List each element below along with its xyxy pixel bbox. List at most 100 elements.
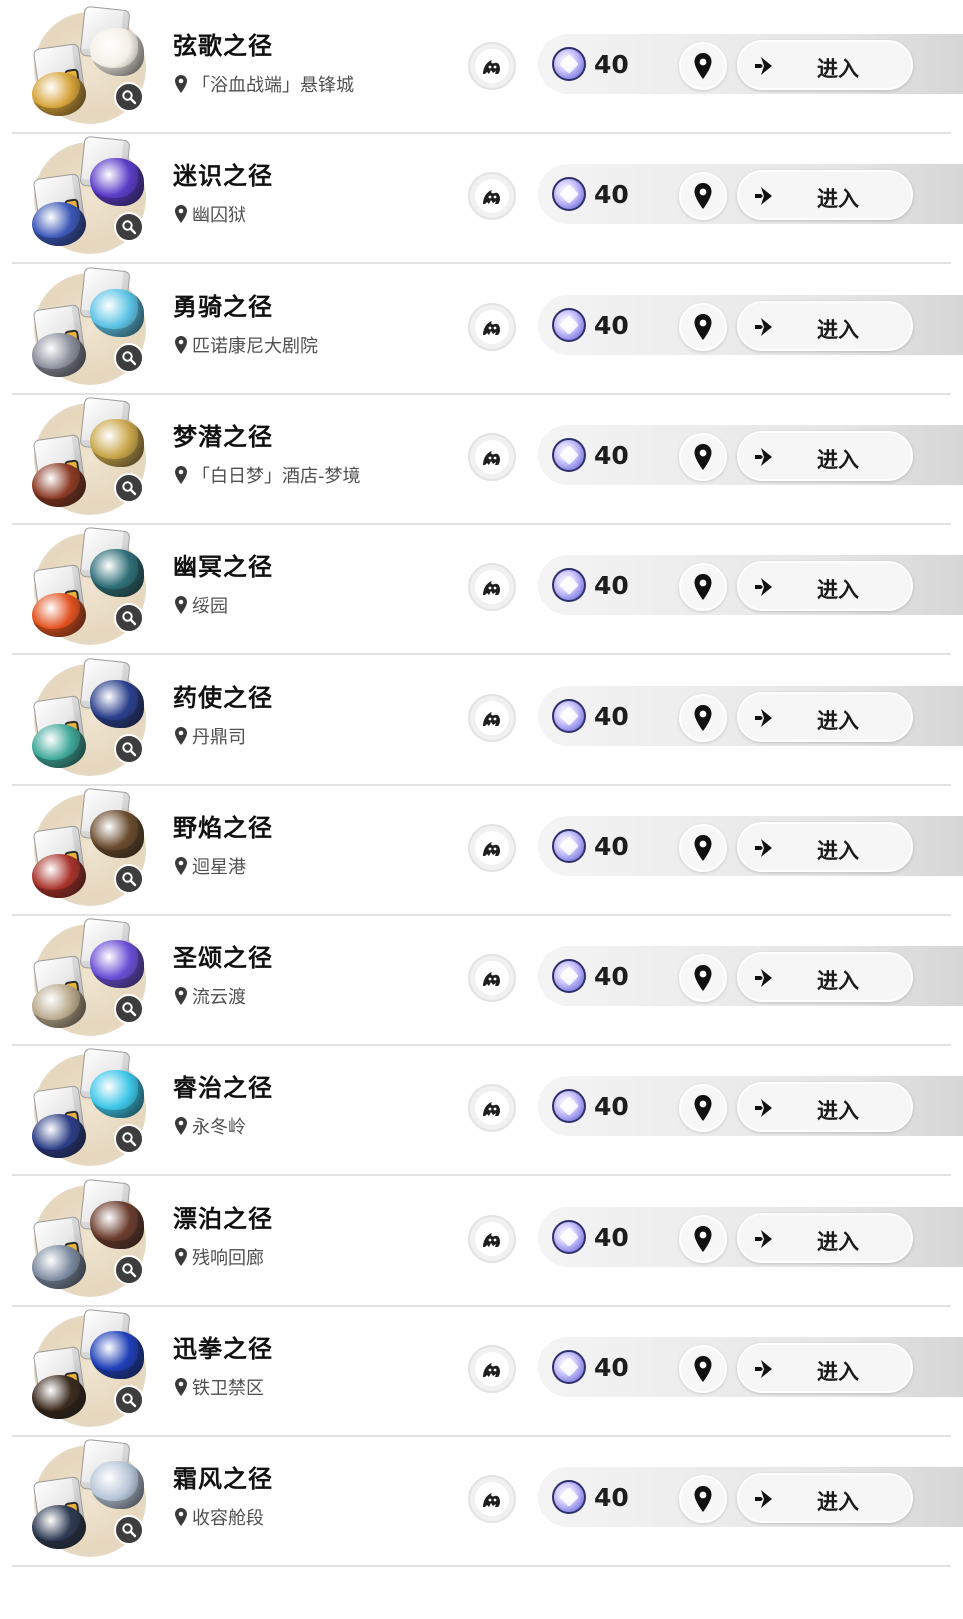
magnifier-icon[interactable] (114, 734, 144, 764)
weekly-boss-icon[interactable] (468, 563, 516, 611)
cavern-location: 流云渡 (174, 983, 246, 1009)
relic-set-preview[interactable] (28, 526, 158, 647)
relic-set-preview[interactable] (28, 1047, 158, 1168)
enter-button[interactable]: 进入 (737, 1473, 913, 1523)
enter-button[interactable]: 进入 (737, 561, 913, 611)
magnifier-icon[interactable] (114, 82, 144, 112)
weekly-boss-icon[interactable] (468, 172, 516, 220)
stamina-cost-value: 40 (594, 1222, 629, 1252)
navigate-button[interactable] (679, 1084, 727, 1132)
enter-button[interactable]: 进入 (737, 301, 913, 351)
relic-set-preview[interactable] (28, 135, 158, 256)
enter-arrow-icon (755, 1490, 772, 1508)
navigate-button[interactable] (679, 303, 727, 351)
location-text: 残响回廊 (192, 1248, 264, 1269)
navigate-button[interactable] (679, 1475, 727, 1523)
relic-set-preview[interactable] (28, 396, 158, 517)
navigate-button[interactable] (679, 694, 727, 742)
cavern-location: 丹鼎司 (174, 723, 246, 749)
navigate-button[interactable] (679, 433, 727, 481)
cavern-location: 永冬岭 (174, 1113, 246, 1139)
enter-button-label: 进入 (817, 187, 859, 211)
stamina-cost: 40 (552, 958, 629, 994)
magnifier-icon[interactable] (114, 864, 144, 894)
enter-button[interactable]: 进入 (737, 40, 913, 90)
cavern-title: 圣颂之径 (173, 944, 273, 972)
navigate-button[interactable] (679, 563, 727, 611)
cavern-location: 匹诺康尼大剧院 (174, 332, 318, 358)
navigate-button[interactable] (679, 42, 727, 90)
enter-button[interactable]: 进入 (737, 1213, 913, 1263)
location-text: 收容舱段 (192, 1508, 264, 1529)
weekly-boss-icon[interactable] (468, 1475, 516, 1523)
enter-button[interactable]: 进入 (737, 170, 913, 220)
relic-set-preview[interactable] (28, 657, 158, 778)
stamina-cost: 40 (552, 828, 629, 864)
trailblaze-power-icon (552, 438, 586, 472)
stamina-cost: 40 (552, 176, 629, 212)
relic-set-preview[interactable] (28, 787, 158, 908)
cavern-row: 睿治之径 永冬岭 40 进入 (0, 1042, 963, 1176)
enter-button[interactable]: 进入 (737, 1082, 913, 1132)
cavern-title: 弦歌之径 (173, 32, 273, 60)
enter-button[interactable]: 进入 (737, 1343, 913, 1393)
magnifier-icon[interactable] (114, 1515, 144, 1545)
enter-button[interactable]: 进入 (737, 692, 913, 742)
relic-set-preview[interactable] (28, 5, 158, 126)
weekly-boss-icon[interactable] (468, 824, 516, 872)
cavern-row: 霜风之径 收容舱段 40 进入 (0, 1433, 963, 1567)
relic-set-preview[interactable] (28, 266, 158, 387)
map-pin-icon (694, 705, 712, 731)
navigate-button[interactable] (679, 172, 727, 220)
stamina-cost-value: 40 (594, 1091, 629, 1121)
weekly-boss-icon[interactable] (468, 42, 516, 90)
enter-button[interactable]: 进入 (737, 952, 913, 1002)
magnifier-icon[interactable] (114, 1385, 144, 1415)
weekly-boss-icon[interactable] (468, 1215, 516, 1263)
trailblaze-power-icon (552, 47, 586, 81)
relic-piece (32, 854, 86, 898)
cavern-location: 残响回廊 (174, 1244, 264, 1270)
cavern-row: 勇骑之径 匹诺康尼大剧院 40 进入 (0, 261, 963, 395)
weekly-boss-icon[interactable] (468, 303, 516, 351)
weekly-boss-icon[interactable] (468, 1345, 516, 1393)
stamina-cost: 40 (552, 1479, 629, 1515)
navigate-button[interactable] (679, 954, 727, 1002)
location-text: 绥园 (192, 596, 228, 617)
map-pin-icon (694, 1356, 712, 1382)
cavern-title: 睿治之径 (173, 1074, 273, 1102)
weekly-boss-icon[interactable] (468, 694, 516, 742)
navigate-button[interactable] (679, 824, 727, 872)
trailblaze-power-icon (552, 1480, 586, 1514)
magnifier-icon[interactable] (114, 1255, 144, 1285)
cavern-row: 迷识之径 幽囚狱 40 进入 (0, 130, 963, 264)
navigate-button[interactable] (679, 1345, 727, 1393)
enter-button[interactable]: 进入 (737, 431, 913, 481)
enter-button-label: 进入 (817, 1099, 859, 1123)
magnifier-icon[interactable] (114, 994, 144, 1024)
magnifier-icon[interactable] (114, 473, 144, 503)
relic-set-preview[interactable] (28, 1178, 158, 1299)
relic-piece (32, 1114, 86, 1158)
stamina-cost-value: 40 (594, 179, 629, 209)
location-pin-icon (174, 465, 188, 485)
weekly-boss-icon[interactable] (468, 1084, 516, 1132)
map-pin-icon (694, 965, 712, 991)
relic-set-preview[interactable] (28, 917, 158, 1038)
magnifier-icon[interactable] (114, 603, 144, 633)
navigate-button[interactable] (679, 1215, 727, 1263)
location-pin-icon (174, 595, 188, 615)
relic-set-preview[interactable] (28, 1308, 158, 1429)
magnifier-icon[interactable] (114, 212, 144, 242)
stamina-cost: 40 (552, 567, 629, 603)
magnifier-icon[interactable] (114, 343, 144, 373)
magnifier-icon[interactable] (114, 1124, 144, 1154)
enter-button[interactable]: 进入 (737, 822, 913, 872)
map-pin-icon (694, 53, 712, 79)
weekly-boss-icon[interactable] (468, 954, 516, 1002)
relic-set-preview[interactable] (28, 1438, 158, 1559)
stamina-cost: 40 (552, 437, 629, 473)
weekly-boss-icon[interactable] (468, 433, 516, 481)
relic-piece (32, 72, 86, 116)
location-pin-icon (174, 1116, 188, 1136)
